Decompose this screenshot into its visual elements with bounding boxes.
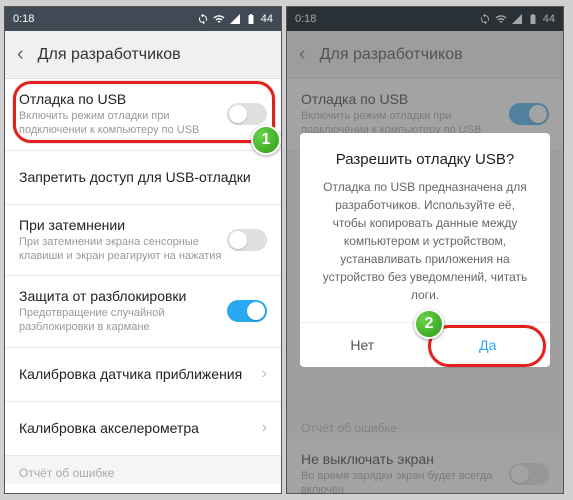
row-unlock-protection[interactable]: Защита от разблокировки Предотвращение с… — [5, 276, 281, 348]
toggle-unlock-protection[interactable] — [227, 300, 267, 322]
row-sub: Предотвращение случайной разблокировки в… — [19, 306, 227, 335]
row-revoke-usb[interactable]: Запретить доступ для USB-отладки — [5, 151, 281, 205]
statusbar: 0:18 44 — [5, 7, 281, 31]
toggle-screen-dim[interactable] — [227, 229, 267, 251]
row-label: Защита от разблокировки — [19, 288, 227, 304]
status-battery: 44 — [261, 13, 273, 25]
wifi-icon — [213, 13, 225, 25]
row-label: При затемнении — [19, 217, 227, 233]
row-label: Запретить доступ для USB-отладки — [19, 169, 267, 185]
back-icon[interactable]: ‹ — [17, 43, 24, 66]
chevron-right-icon: › — [262, 419, 267, 437]
phone-left: 0:18 44 ‹ Для разработчиков Отладка по U… — [4, 6, 282, 494]
row-proximity-calibration[interactable]: Калибровка датчика приближения › — [5, 348, 281, 402]
dialog-title: Разрешить отладку USB? — [300, 133, 550, 178]
usb-debug-dialog: Разрешить отладку USB? Отладка по USB пр… — [300, 133, 550, 367]
row-sub: При затемнении экрана сенсорные клавиши … — [19, 235, 227, 264]
dialog-yes-button[interactable]: Да — [426, 323, 551, 367]
modal-overlay: Разрешить отладку USB? Отладка по USB пр… — [287, 7, 563, 493]
row-label: Калибровка акселерометра — [19, 420, 254, 436]
header: ‹ Для разработчиков — [5, 31, 281, 79]
row-screen-dim[interactable]: При затемнении При затемнении экрана сен… — [5, 205, 281, 277]
phone-right: 0:18 44 ‹ Для разработчиков Отладка по U… — [286, 6, 564, 494]
status-icons: 44 — [197, 13, 273, 25]
chevron-right-icon: › — [262, 365, 267, 383]
battery-icon — [245, 13, 257, 25]
status-time: 0:18 — [13, 13, 34, 25]
page-title: Для разработчиков — [38, 46, 181, 64]
row-stay-awake[interactable]: Не выключать экран Во время зарядки экра… — [5, 484, 281, 493]
row-accelerometer-calibration[interactable]: Калибровка акселерометра › — [5, 402, 281, 456]
row-label: Калибровка датчика приближения — [19, 366, 254, 382]
signal-icon — [229, 13, 241, 25]
dialog-body: Отладка по USB предназначена для разрабо… — [300, 178, 550, 322]
dialog-no-button[interactable]: Нет — [300, 323, 426, 367]
settings-list: Отладка по USB Включить режим отладки пр… — [5, 79, 281, 493]
row-usb-debug[interactable]: Отладка по USB Включить режим отладки пр… — [5, 79, 281, 151]
sync-icon — [197, 13, 209, 25]
toggle-usb-debug[interactable] — [227, 103, 267, 125]
row-sub: Включить режим отладки при подключении к… — [19, 109, 227, 138]
section-bug-report: Отчёт об ошибке — [5, 456, 281, 484]
row-label: Отладка по USB — [19, 91, 227, 107]
